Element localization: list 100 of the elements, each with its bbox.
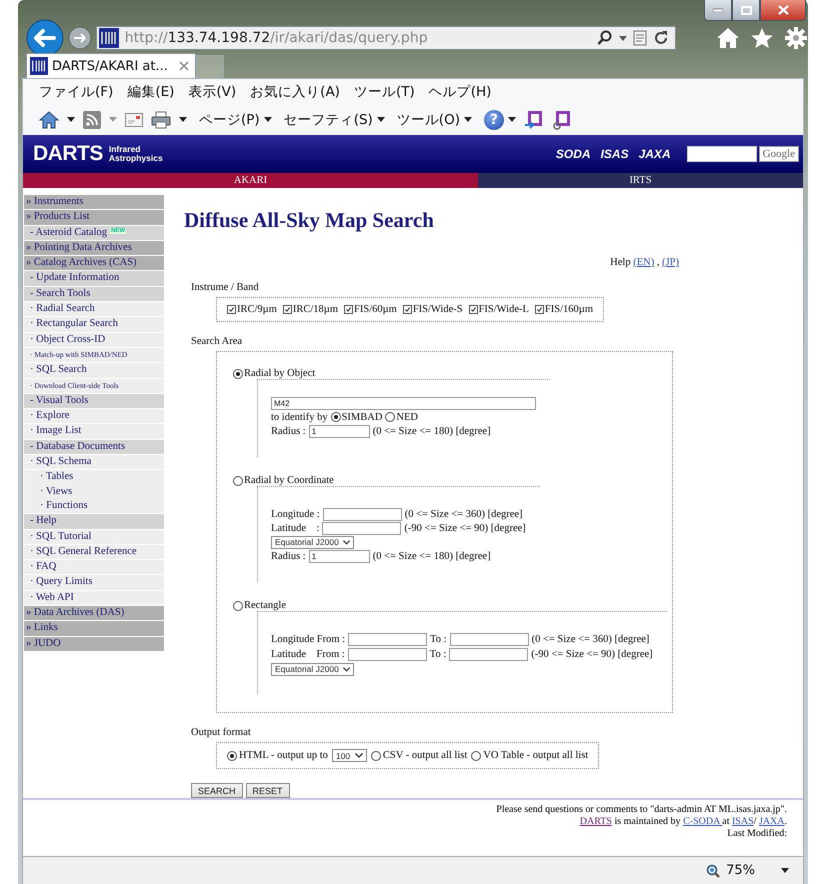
menu-item[interactable]: 表示(V) bbox=[188, 82, 236, 100]
sidebar-item[interactable]: - Search Tools bbox=[24, 286, 164, 302]
input-field[interactable] bbox=[322, 522, 402, 534]
footer-link[interactable]: JAXA bbox=[758, 816, 784, 827]
partner-logo[interactable]: SODA bbox=[556, 147, 591, 161]
footer-link[interactable]: DARTS bbox=[580, 816, 612, 827]
sidebar-item[interactable]: · Query Limits bbox=[24, 575, 164, 591]
form-button[interactable]: SEARCH bbox=[191, 783, 243, 798]
input-field[interactable] bbox=[450, 633, 529, 646]
sidebar-item[interactable]: · SQL Tutorial bbox=[24, 530, 164, 545]
caret-icon[interactable] bbox=[464, 117, 472, 122]
close-icon[interactable] bbox=[179, 61, 189, 71]
sidebar-item[interactable]: - Update Information bbox=[24, 271, 164, 287]
checkbox[interactable] bbox=[344, 305, 354, 314]
input-field[interactable]: 1 bbox=[308, 550, 370, 563]
radio-button[interactable] bbox=[227, 750, 237, 760]
sidebar-item[interactable]: - Asteroid Catalog $^{NEW}$ bbox=[24, 226, 164, 241]
input-field[interactable]: 1 bbox=[308, 425, 370, 438]
footer-link[interactable]: C-SODA bbox=[683, 816, 722, 827]
radio-button[interactable] bbox=[233, 476, 243, 486]
menu-item[interactable]: 編集(E) bbox=[127, 82, 174, 100]
sidebar-item[interactable]: » Data Archives (DAS) bbox=[24, 606, 164, 622]
input-field[interactable] bbox=[348, 633, 428, 646]
sidebar-item[interactable]: » Links bbox=[24, 621, 164, 637]
refresh-icon[interactable] bbox=[653, 30, 669, 46]
minimize-button[interactable] bbox=[704, 0, 732, 21]
help-link[interactable]: (JP) bbox=[662, 257, 679, 268]
input-field[interactable] bbox=[348, 648, 427, 661]
sidebar-item[interactable]: · Tables bbox=[24, 470, 164, 485]
site-logo[interactable]: DARTS bbox=[33, 142, 103, 166]
input-field[interactable] bbox=[322, 508, 402, 520]
settings-icon[interactable] bbox=[784, 26, 808, 50]
sidebar-item[interactable]: - Help bbox=[24, 514, 164, 530]
star-icon[interactable] bbox=[750, 27, 774, 49]
dropdown[interactable]: Equatorial J2000 bbox=[271, 536, 354, 548]
dropdown[interactable]: Equatorial J2000 bbox=[271, 662, 354, 676]
menu-item[interactable]: ツール(T) bbox=[354, 82, 415, 100]
close-button[interactable] bbox=[760, 0, 806, 21]
caret-icon[interactable] bbox=[376, 117, 385, 122]
zoom-icon[interactable] bbox=[706, 864, 720, 878]
browser-tab[interactable]: DARTS/AKARI at... bbox=[26, 53, 196, 78]
checkbox[interactable] bbox=[402, 305, 412, 314]
sidebar-item[interactable]: · Explore bbox=[24, 409, 164, 424]
radio-button[interactable] bbox=[471, 750, 482, 760]
menu-item[interactable]: ヘルプ(H) bbox=[428, 82, 492, 100]
toolbar-menu[interactable]: セーフティ(S) bbox=[284, 110, 385, 128]
dropdown[interactable]: 100 bbox=[332, 749, 367, 762]
toolbar-menu[interactable]: ツール(O) bbox=[396, 110, 472, 128]
sidebar-item[interactable]: · Rectangular Search bbox=[24, 317, 164, 333]
partner-logo[interactable]: JAXA bbox=[638, 147, 671, 161]
input-field[interactable] bbox=[449, 648, 528, 661]
google-search-button[interactable]: Google bbox=[758, 146, 799, 162]
sidebar-item[interactable]: · Web API bbox=[24, 590, 164, 606]
printer-icon[interactable] bbox=[151, 110, 171, 128]
checkbox[interactable] bbox=[282, 305, 292, 314]
nav-tab[interactable]: AKARI bbox=[23, 173, 478, 188]
caret-icon[interactable] bbox=[508, 117, 516, 122]
sidebar-item[interactable]: · FAQ bbox=[24, 560, 164, 576]
zoom-level[interactable]: 75% bbox=[726, 863, 755, 878]
sidebar-item[interactable]: · SQL General Reference bbox=[24, 544, 164, 560]
nav-tab[interactable]: IRTS bbox=[478, 173, 803, 188]
footer-link[interactable]: ISAS bbox=[732, 816, 754, 827]
address-bar[interactable]: http://133.74.198.72/ir/akari/das/query.php bbox=[96, 26, 676, 50]
sidebar-item[interactable]: » Catalog Archives (CAS) bbox=[24, 256, 164, 272]
checkbox[interactable] bbox=[534, 305, 544, 314]
caret-icon[interactable] bbox=[619, 36, 627, 40]
home-icon[interactable] bbox=[39, 110, 59, 130]
sidebar-item[interactable]: - Database Documents bbox=[24, 440, 164, 456]
onenote-icon[interactable] bbox=[552, 110, 572, 130]
sidebar-item[interactable]: · Views bbox=[24, 484, 164, 499]
rss-feed-icon[interactable] bbox=[83, 110, 101, 128]
sidebar-item[interactable]: » Products List bbox=[24, 210, 164, 226]
help-link[interactable]: (EN) bbox=[633, 257, 654, 268]
sidebar-item[interactable]: · Functions bbox=[24, 498, 164, 514]
compatibility-icon[interactable] bbox=[633, 30, 647, 46]
checkbox[interactable] bbox=[468, 305, 478, 314]
sidebar-item[interactable]: · SQL Search bbox=[24, 363, 164, 379]
form-button[interactable]: RESET bbox=[246, 783, 290, 798]
menu-item[interactable]: ファイル(F) bbox=[39, 82, 114, 100]
sidebar-item[interactable]: · Object Cross-ID bbox=[24, 332, 164, 348]
sidebar-item[interactable]: » JUDO bbox=[24, 636, 164, 652]
mail-icon[interactable] bbox=[125, 112, 143, 126]
search-icon[interactable] bbox=[597, 30, 613, 46]
radio-button[interactable] bbox=[385, 412, 396, 422]
radio-button[interactable] bbox=[370, 750, 381, 760]
toolbar-menu[interactable]: ページ(P) bbox=[199, 110, 272, 128]
sidebar-item[interactable]: · Image List bbox=[24, 424, 164, 440]
sidebar-item[interactable]: » Instruments bbox=[24, 195, 164, 210]
onenote-icon[interactable] bbox=[524, 110, 544, 130]
sidebar-item[interactable]: - Visual Tools bbox=[24, 394, 164, 410]
caret-icon[interactable] bbox=[67, 117, 75, 122]
sidebar-item[interactable]: · SQL Schema bbox=[24, 455, 164, 470]
sidebar-item[interactable]: · Radial Search bbox=[24, 302, 164, 318]
forward-icon[interactable] bbox=[68, 26, 92, 50]
home-icon[interactable] bbox=[716, 27, 740, 49]
menu-item[interactable]: お気に入り(A) bbox=[250, 82, 340, 100]
maximize-button[interactable] bbox=[732, 0, 760, 21]
input-field[interactable]: M42 bbox=[271, 396, 536, 410]
partner-logo[interactable]: ISAS bbox=[600, 147, 629, 161]
sidebar-item[interactable]: » Pointing Data Archives bbox=[24, 240, 164, 256]
